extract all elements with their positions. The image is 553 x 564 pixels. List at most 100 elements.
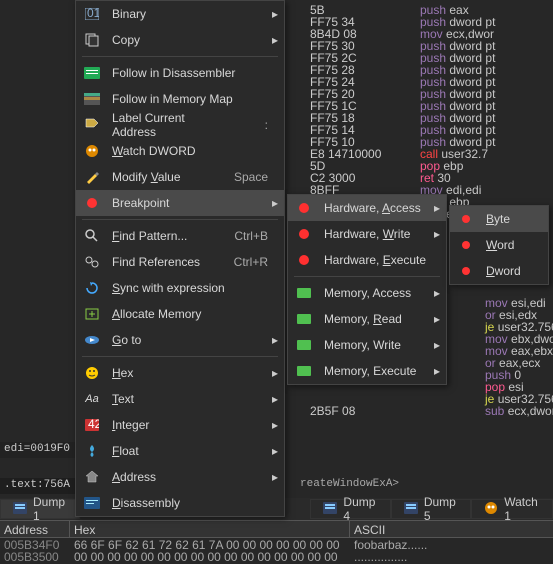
disassembly-line: je user32.756 bbox=[485, 320, 553, 332]
menu-separator bbox=[294, 276, 440, 277]
submenu-arrow-icon: ▸ bbox=[268, 7, 278, 21]
watch-icon bbox=[82, 143, 102, 159]
menu-item-find-pattern[interactable]: Find Pattern...Ctrl+B bbox=[76, 223, 284, 249]
watch-tab-icon bbox=[484, 501, 498, 518]
menu-item-label: Memory, Access bbox=[324, 286, 430, 300]
disasm-icon bbox=[82, 65, 102, 81]
float-icon bbox=[82, 443, 102, 459]
submenu-arrow-icon: ▸ bbox=[430, 286, 440, 300]
hw-icon bbox=[294, 200, 314, 216]
menu-separator bbox=[82, 356, 278, 357]
submenu-arrow-icon: ▸ bbox=[268, 418, 278, 432]
menu-item-follow-in-memory-map[interactable]: Follow in Memory Map bbox=[76, 86, 284, 112]
disassembly-column: push eaxpush dword ptmov ecx,dworpush dw… bbox=[420, 4, 550, 220]
submenu-arrow-icon: ▸ bbox=[430, 364, 440, 378]
menu-item-label: Memory, Read bbox=[324, 312, 430, 326]
menu-item-memory-execute[interactable]: Memory, Execute▸ bbox=[288, 358, 446, 384]
hex-address: 005B34F0 bbox=[0, 538, 70, 550]
menu-item-hardware-write[interactable]: Hardware, Write▸ bbox=[288, 221, 446, 247]
menu-item-copy[interactable]: Copy▸ bbox=[76, 27, 284, 53]
sync-icon bbox=[82, 280, 102, 296]
menu-item-label: Binary bbox=[112, 7, 268, 21]
integer-icon: 42 bbox=[82, 417, 102, 433]
menu-item-allocate-memory[interactable]: Allocate Memory bbox=[76, 301, 284, 327]
submenu-arrow-icon: ▸ bbox=[268, 333, 278, 347]
menu-item-hex[interactable]: Hex▸ bbox=[76, 360, 284, 386]
menu-item-label: Hardware, Access bbox=[324, 201, 430, 215]
menu-item-disassembly[interactable]: Disassembly bbox=[76, 490, 284, 516]
menu-item-integer[interactable]: 42Integer▸ bbox=[76, 412, 284, 438]
menu-item-label: Follow in Disassembler bbox=[112, 66, 268, 80]
menu-item-memory-read[interactable]: Memory, Read▸ bbox=[288, 306, 446, 332]
menu-item-label: Sync with expression bbox=[112, 281, 268, 295]
menu-item-memory-write[interactable]: Memory, Write▸ bbox=[288, 332, 446, 358]
submenu-arrow-icon: ▸ bbox=[430, 338, 440, 352]
hw-icon bbox=[294, 252, 314, 268]
binary-icon: 01 bbox=[82, 6, 102, 22]
menu-item-label: Go to bbox=[112, 333, 268, 347]
hex-ascii: ................ bbox=[350, 550, 553, 562]
hex-ascii: foobarbaz...... bbox=[350, 538, 553, 550]
hex-header-ascii: ASCII bbox=[350, 521, 553, 537]
menu-item-binary[interactable]: 01 Binary▸ bbox=[76, 1, 284, 27]
mem-icon bbox=[294, 363, 314, 379]
menu-item-address[interactable]: Address▸ bbox=[76, 464, 284, 490]
submenu-arrow-icon: ▸ bbox=[268, 392, 278, 406]
menu-separator bbox=[82, 56, 278, 57]
disassembly-lower: mov esi,edior esi,edxje user32.756mov eb… bbox=[485, 296, 553, 416]
menu-item-modify-value[interactable]: Modify ValueSpace bbox=[76, 164, 284, 190]
menu-item-breakpoint[interactable]: Breakpoint▸ bbox=[76, 190, 284, 216]
submenu-hardware-access[interactable]: Byte Word Dword bbox=[449, 205, 549, 285]
menu-item-label: Follow in Memory Map bbox=[112, 92, 268, 106]
dump-icon bbox=[323, 502, 337, 517]
menu-item-word[interactable]: Word bbox=[450, 232, 548, 258]
register-info: edi=0019F0 bbox=[0, 442, 78, 458]
section-label: .text:756A bbox=[0, 478, 78, 494]
dump-icon bbox=[404, 502, 418, 517]
submenu-arrow-icon: ▸ bbox=[268, 33, 278, 47]
hex-row[interactable]: 005B34F066 6F 6F 62 61 72 62 61 7A 00 00… bbox=[0, 538, 553, 550]
hex-bytes-lower: 2B5F 08 bbox=[310, 404, 355, 416]
menu-item-label: Word bbox=[486, 238, 542, 252]
mem-icon bbox=[294, 337, 314, 353]
tab-dump-5[interactable]: Dump 5 bbox=[391, 499, 471, 519]
menu-item-memory-access[interactable]: Memory, Access▸ bbox=[288, 280, 446, 306]
dot-icon bbox=[456, 211, 476, 227]
dot-icon bbox=[456, 237, 476, 253]
find-icon bbox=[82, 228, 102, 244]
menu-item-follow-in-disassembler[interactable]: Follow in Disassembler bbox=[76, 60, 284, 86]
tab-label: Watch 1 bbox=[504, 495, 540, 523]
menu-item-label: Find References bbox=[112, 255, 224, 269]
menu-item-label: Label Current Address bbox=[112, 111, 224, 139]
menu-item-label: Hardware, Execute bbox=[324, 253, 430, 267]
menu-item-byte[interactable]: Byte bbox=[450, 206, 548, 232]
copy-icon bbox=[82, 32, 102, 48]
menu-item-watch-dword[interactable]: Watch DWORD bbox=[76, 138, 284, 164]
tab-label: Dump 1 bbox=[33, 495, 67, 523]
menu-item-hardware-execute[interactable]: Hardware, Execute bbox=[288, 247, 446, 273]
menu-item-label: Modify Value bbox=[112, 170, 224, 184]
submenu-breakpoint[interactable]: Hardware, Access▸Hardware, Write▸Hardwar… bbox=[287, 194, 447, 385]
menu-item-dword[interactable]: Dword bbox=[450, 258, 548, 284]
menu-item-label-current-address[interactable]: Label Current Address: bbox=[76, 112, 284, 138]
mem-icon bbox=[294, 311, 314, 327]
tab-dump-4[interactable]: Dump 4 bbox=[310, 499, 390, 519]
menu-item-find-references[interactable]: Find ReferencesCtrl+R bbox=[76, 249, 284, 275]
context-menu-main[interactable]: 01Binary▸Copy▸Follow in DisassemblerFoll… bbox=[75, 0, 285, 517]
hex-row[interactable]: 005B350000 00 00 00 00 00 00 00 00 00 00… bbox=[0, 550, 553, 562]
menu-item-sync-with-expression[interactable]: Sync with expression bbox=[76, 275, 284, 301]
submenu-arrow-icon: ▸ bbox=[268, 366, 278, 380]
hex-header: Address Hex ASCII bbox=[0, 520, 553, 538]
dot-icon bbox=[456, 263, 476, 279]
tab-dump-1[interactable]: Dump 1 bbox=[0, 499, 80, 519]
mem-icon bbox=[294, 285, 314, 301]
hw-icon bbox=[294, 226, 314, 242]
tab-watch-1[interactable]: Watch 1 bbox=[471, 499, 553, 519]
menu-item-go-to[interactable]: Go to▸ bbox=[76, 327, 284, 353]
menu-item-hardware-access[interactable]: Hardware, Access▸ bbox=[288, 195, 446, 221]
menu-item-label: Float bbox=[112, 444, 268, 458]
hex-address: 005B3500 bbox=[0, 550, 70, 562]
menu-item-text[interactable]: AaText▸ bbox=[76, 386, 284, 412]
disassembly-line: sub ecx,dword bbox=[485, 404, 553, 416]
menu-item-float[interactable]: Float▸ bbox=[76, 438, 284, 464]
